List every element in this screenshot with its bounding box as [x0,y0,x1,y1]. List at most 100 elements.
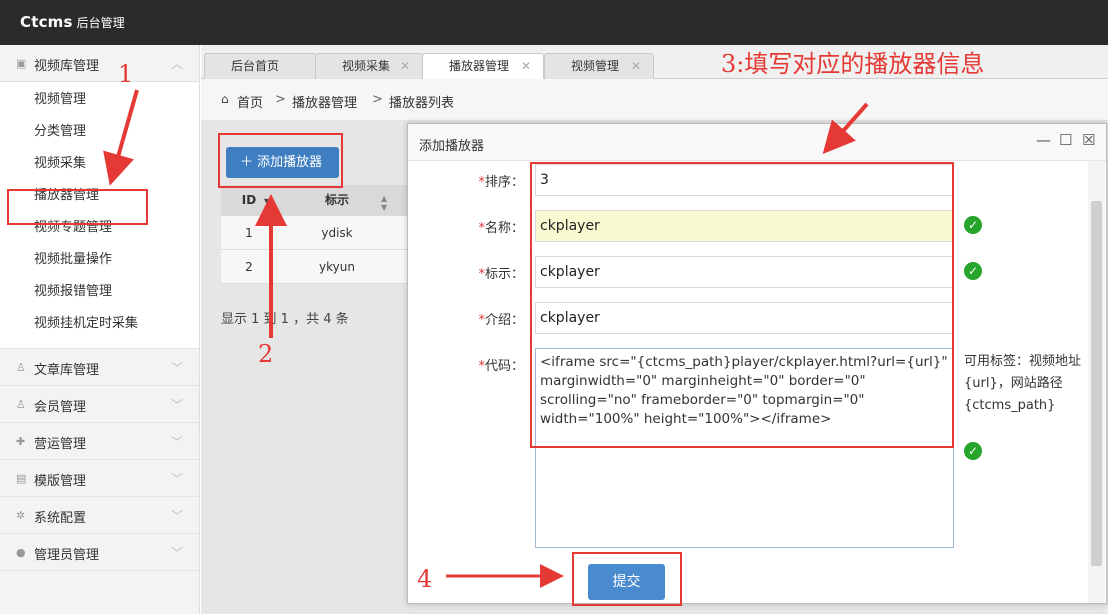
tab-label: 视频管理 [571,59,620,73]
flag-label: *标示： [444,263,524,282]
flag-input[interactable]: ckplayer [535,256,954,288]
sidebar-group-label: 管理员管理 [34,548,100,563]
sidebar-item-collect[interactable]: 视频采集 [0,148,199,180]
sidebar-group-label: 模版管理 [34,474,87,489]
intro-label: *介绍： [444,309,524,328]
row-id: 2 [245,260,253,274]
user-icon: ♙ [16,398,26,411]
tab-video[interactable]: 视频管理 ✕ [544,53,654,79]
name-label: *名称： [444,217,524,236]
sidebar-item-video-manage[interactable]: 视频管理 [0,84,199,116]
check-icon: ✓ [964,216,982,234]
sidebar-group-video[interactable]: ▣ 视频库管理 ︿ [0,45,199,82]
breadcrumb-level1[interactable]: 播放器管理 [292,92,357,111]
sidebar-group-label: 文章库管理 [34,363,100,378]
user-icon: ♙ [16,361,26,374]
close-icon[interactable]: ✕ [400,54,410,79]
sidebar-group-template[interactable]: ▤ 模版管理 ﹀ [0,460,199,497]
row-id: 1 [245,226,253,240]
sidebar: ▣ 视频库管理 ︿ 视频管理 分类管理 视频采集 播放器管理 视频专题管理 视频… [0,45,200,614]
sidebar-group-label: 会员管理 [34,400,87,415]
close-icon[interactable]: ✕ [631,54,641,79]
intro-input[interactable]: ckplayer [535,302,954,334]
tab-label: 播放器管理 [449,59,510,73]
maximize-icon[interactable]: ☐ [1059,131,1072,149]
tab-home[interactable]: 后台首页 [204,53,316,79]
sidebar-item-player[interactable]: 播放器管理 [0,180,199,212]
submenu-video: 视频管理 分类管理 视频采集 播放器管理 视频专题管理 视频批量操作 视频报错管… [0,82,199,349]
sidebar-item-category[interactable]: 分类管理 [0,116,199,148]
chevron-down-icon: ﹀ [170,435,183,449]
row-flag: ykyun [319,260,355,274]
chevron-up-icon: ︿ [170,57,183,71]
close-icon[interactable]: ☒ [1082,131,1095,149]
name-input[interactable]: ckplayer [535,210,954,242]
chevron-down-icon: ﹀ [170,472,183,486]
sidebar-group-label: 视频库管理 [34,59,100,74]
dialog-scrollbar[interactable] [1088,161,1105,603]
sidebar-item-topic[interactable]: 视频专题管理 [0,212,199,244]
column-header-flag[interactable]: 标示 [277,185,397,215]
sidebar-group-article[interactable]: ♙ 文章库管理 ﹀ [0,349,199,386]
order-label: *排序： [444,171,524,190]
brand-main: Ctcms [20,13,73,31]
dialog-header: 添加播放器 — ☐ ☒ [408,124,1106,161]
add-player-label: 添加播放器 [257,155,323,170]
top-bar: Ctcms 后台管理 [0,0,1108,45]
order-input[interactable]: 3 [535,164,954,196]
flag-label-text: 标示： [484,267,524,282]
puzzle-icon: ✚ [16,435,26,448]
player-table: ID ▼ 标示 ▲ ▼ 1 ydisk 2 ykyun [221,185,411,284]
add-player-button[interactable]: ＋ 添加播放器 [226,147,339,178]
person-icon: ● [16,546,26,559]
sidebar-group-label: 营运管理 [34,437,87,452]
brand-sub: 后台管理 [76,16,125,30]
check-icon: ✓ [964,262,982,280]
breadcrumb: ⌂ 首页 > 播放器管理 > 播放器列表 [201,79,1108,121]
sidebar-item-error[interactable]: 视频报错管理 [0,276,199,308]
chevron-down-icon: ﹀ [170,398,183,412]
home-icon: ⌂ [221,92,229,106]
breadcrumb-separator: > [275,92,286,107]
scrollbar-thumb[interactable] [1091,201,1102,566]
sidebar-group-admin[interactable]: ● 管理员管理 ﹀ [0,534,199,571]
pagination-summary: 显示 1 到 1 ，共 4 条 [221,312,349,327]
annotation-number-1: 1 [118,60,134,88]
sidebar-item-batch[interactable]: 视频批量操作 [0,244,199,276]
chevron-down-icon: ﹀ [170,546,183,560]
add-player-dialog: 添加播放器 — ☐ ☒ *排序： 3 *名称： ckplayer ✓ *标示： … [407,123,1107,604]
tab-player[interactable]: 播放器管理 ✕ [422,53,544,80]
tab-collect[interactable]: 视频采集 ✕ [315,53,423,79]
sidebar-group-label: 系统配置 [34,511,87,526]
plus-icon: ＋ [240,155,254,170]
dialog-title: 添加播放器 [419,139,485,154]
sidebar-group-operation[interactable]: ✚ 营运管理 ﹀ [0,423,199,460]
camera-icon: ▣ [16,57,27,70]
chevron-down-icon: ﹀ [170,361,183,375]
table-row[interactable]: 2 ykyun [221,250,411,284]
close-icon[interactable]: ✕ [521,54,531,79]
sidebar-item-timer[interactable]: 视频挂机定时采集 [0,308,199,340]
sidebar-group-member[interactable]: ♙ 会员管理 ﹀ [0,386,199,423]
intro-label-text: 介绍： [484,313,524,328]
annotation-number-4: 4 [417,565,433,593]
sidebar-group-system[interactable]: ✲ 系统配置 ﹀ [0,497,199,534]
sort-icon: ▲ ▼ [381,194,388,212]
check-icon: ✓ [964,442,982,460]
code-hint: 可用标签：视频地址 {url}，网站路径{ctcms_path} [964,354,1082,413]
breadcrumb-home[interactable]: 首页 [237,92,263,111]
breadcrumb-separator: > [372,92,383,107]
code-label-text: 代码： [484,359,524,374]
tab-label: 视频采集 [342,59,391,73]
submit-button[interactable]: 提交 [588,564,665,600]
annotation-number-2: 2 [258,340,274,368]
table-row[interactable]: 1 ydisk [221,216,411,250]
chevron-down-icon: ﹀ [170,509,183,523]
breadcrumb-level2: 播放器列表 [389,96,455,111]
file-icon: ▤ [16,472,27,485]
code-textarea[interactable]: <iframe src="{ctcms_path}player/ckplayer… [535,348,954,548]
minimize-icon[interactable]: — [1036,131,1051,149]
order-label-text: 排序： [484,175,524,190]
code-label: *代码： [444,355,524,374]
table-header: ID ▼ 标示 ▲ ▼ [221,185,411,216]
